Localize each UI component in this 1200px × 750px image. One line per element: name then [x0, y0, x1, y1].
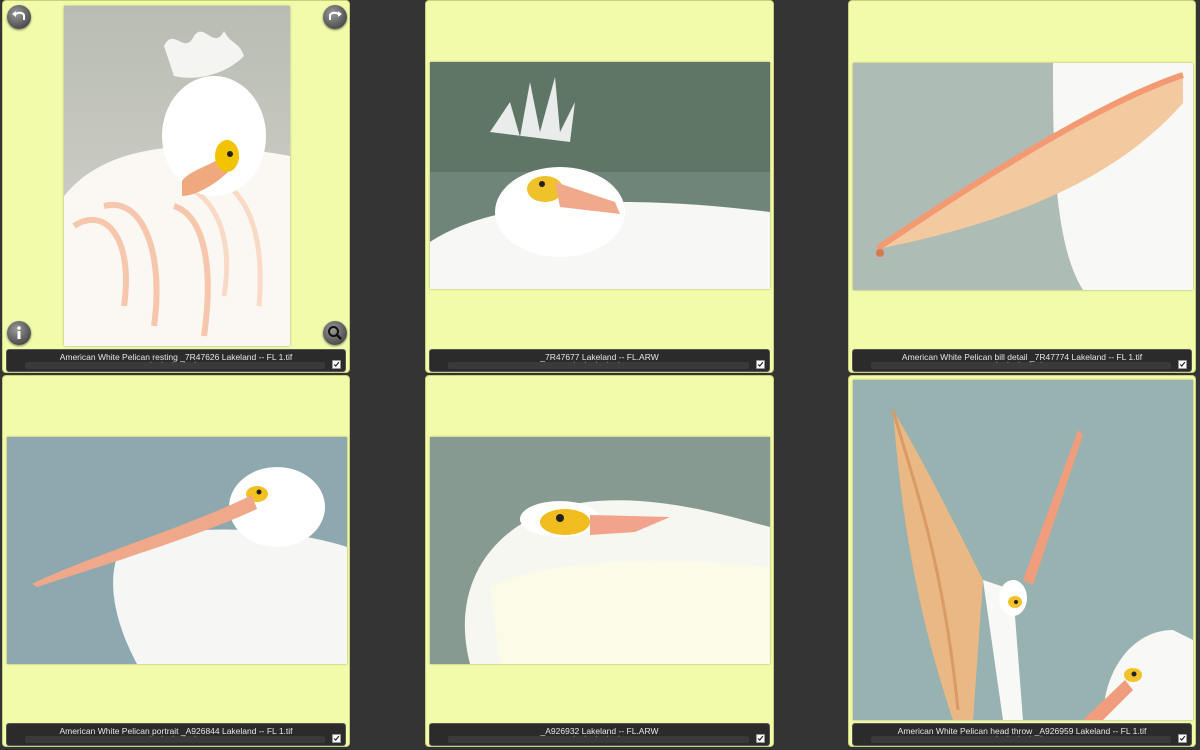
- checkmark-icon: [333, 735, 340, 741]
- pelican-image: [853, 63, 1193, 290]
- photo-pelican-bill-detail[interactable]: [853, 63, 1193, 290]
- pelican-image: [430, 62, 770, 289]
- star-rating[interactable]: • • • • •: [25, 734, 325, 743]
- pelican-image: [64, 6, 290, 346]
- checkmark-icon: [1179, 735, 1186, 741]
- select-checkbox[interactable]: [1178, 360, 1187, 369]
- photo-pelican-portrait[interactable]: [7, 437, 347, 664]
- pelican-image: [7, 437, 347, 664]
- caption-bar: American White Pelican portrait _A926844…: [6, 723, 346, 746]
- rating-dots: • • • • •: [149, 360, 201, 366]
- photo-pelican-closeup[interactable]: [430, 437, 770, 664]
- thumbnail-cell[interactable]: American White Pelican resting _7R47626 …: [2, 0, 350, 373]
- select-checkbox[interactable]: [756, 734, 765, 743]
- photo-pelican-head-throw[interactable]: [853, 380, 1193, 720]
- rating-dots: • • • • •: [995, 734, 1047, 740]
- rotate-right-icon[interactable]: [323, 5, 347, 29]
- caption-bar: American White Pelican bill detail _7R47…: [852, 349, 1192, 372]
- pelican-image: [853, 380, 1193, 720]
- photo-pelican-resting[interactable]: [64, 6, 290, 346]
- checkmark-icon: [333, 361, 340, 367]
- caption-bar: _A926932 Lakeland -- FL.ARW • • • • •: [429, 723, 770, 746]
- caption-bar: American White Pelican resting _7R47626 …: [6, 349, 346, 372]
- pelican-image: [430, 437, 770, 664]
- checkmark-icon: [757, 361, 764, 367]
- checkmark-icon: [757, 735, 764, 741]
- star-rating[interactable]: • • • • •: [448, 360, 749, 369]
- rating-dots: • • • • •: [573, 360, 624, 366]
- star-rating[interactable]: • • • • •: [25, 360, 325, 369]
- rating-dots: • • • • •: [573, 734, 624, 740]
- thumbnail-cell[interactable]: _A926932 Lakeland -- FL.ARW • • • • •: [425, 375, 774, 747]
- select-checkbox[interactable]: [1178, 734, 1187, 743]
- thumbnail-cell[interactable]: American White Pelican portrait _A926844…: [2, 375, 350, 747]
- info-icon[interactable]: [7, 321, 31, 345]
- rating-dots: • • • • •: [149, 734, 201, 740]
- magnifier-icon[interactable]: [323, 321, 347, 345]
- caption-bar: American White Pelican head throw _A9269…: [852, 723, 1192, 746]
- caption-bar: _7R47677 Lakeland -- FL.ARW • • • • •: [429, 349, 770, 372]
- select-checkbox[interactable]: [332, 734, 341, 743]
- checkmark-icon: [1179, 361, 1186, 367]
- star-rating[interactable]: • • • • •: [871, 360, 1171, 369]
- star-rating[interactable]: • • • • •: [871, 734, 1171, 743]
- select-checkbox[interactable]: [332, 360, 341, 369]
- thumbnail-cell[interactable]: American White Pelican bill detail _7R47…: [848, 0, 1196, 373]
- star-rating[interactable]: • • • • •: [448, 734, 749, 743]
- rating-dots: • • • • •: [995, 360, 1047, 366]
- thumbnail-cell[interactable]: American White Pelican head throw _A9269…: [848, 375, 1196, 747]
- thumbnail-cell[interactable]: _7R47677 Lakeland -- FL.ARW • • • • •: [425, 0, 774, 373]
- select-checkbox[interactable]: [756, 360, 765, 369]
- photo-pelican-crest[interactable]: [430, 62, 770, 289]
- rotate-left-icon[interactable]: [7, 5, 31, 29]
